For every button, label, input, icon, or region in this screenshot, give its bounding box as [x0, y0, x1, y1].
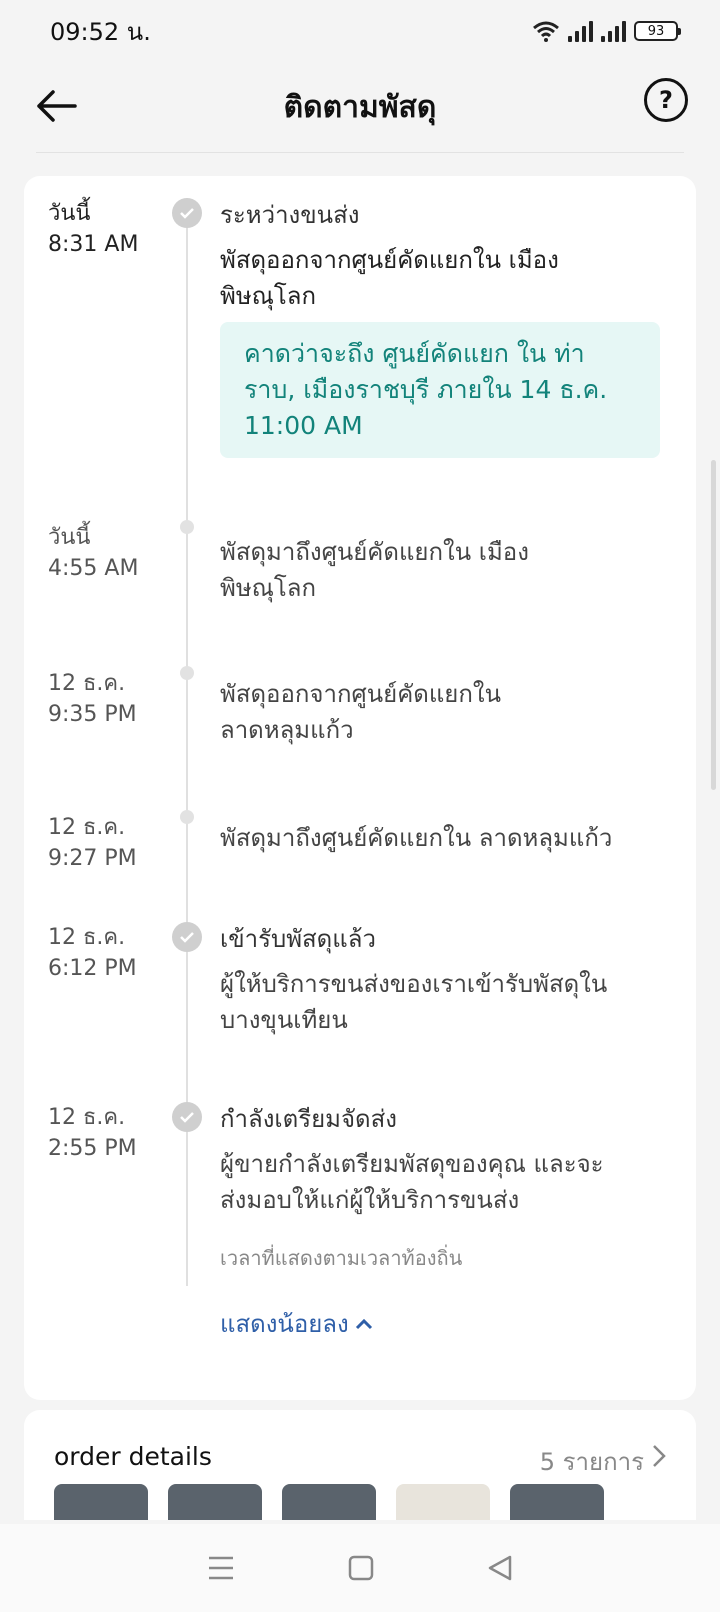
header: ติดตามพัสดุ ?: [0, 62, 720, 152]
wifi-icon: [533, 21, 559, 42]
help-button[interactable]: ?: [644, 78, 688, 122]
home-icon[interactable]: [348, 1555, 374, 1581]
event-description: พัสดุมาถึงศูนย์คัดแยกใน ลาดหลุมแก้ว: [220, 820, 680, 856]
eta-box: คาดว่าจะถึง ศูนย์คัดแยก ใน ท่า ราบ, เมือ…: [220, 322, 660, 458]
event-title: ระหว่างขนส่ง: [220, 201, 360, 229]
arrow-left-icon: [37, 90, 77, 122]
event-description-line: พัสดุมาถึงศูนย์คัดแยกใน เมือง: [220, 538, 529, 566]
event-description-line: ผู้ขายกำลังเตรียมพัสดุของคุณ และจะ: [220, 1150, 604, 1178]
status-bar: 09:52 น. 93: [0, 0, 720, 62]
event-description-line: ลาดหลุมแก้ว: [220, 716, 354, 744]
local-time-note: เวลาที่แสดงตามเวลาท้องถิ่น: [220, 1246, 463, 1270]
event-description-line: ผู้ให้บริการขนส่งของเราเข้ารับพัสดุใน: [220, 970, 608, 998]
signal-icon-2: [601, 20, 626, 42]
event-datetime: วันนี้ 4:55 AM: [48, 522, 138, 584]
event-day: วันนี้: [48, 201, 91, 226]
event-title: กำลังเตรียมจัดส่ง: [220, 1105, 398, 1133]
back-triangle-icon[interactable]: [487, 1555, 513, 1581]
timeline-dot: [180, 666, 194, 680]
product-thumbnail[interactable]: [54, 1484, 148, 1520]
product-thumbnail[interactable]: [510, 1484, 604, 1520]
eta-line: คาดว่าจะถึง ศูนย์คัดแยก ใน ท่า: [244, 339, 585, 368]
event-datetime: 12 ธ.ค. 9:27 PM: [48, 812, 137, 874]
event-description-line: พัสดุมาถึงศูนย์คัดแยกใน ลาดหลุมแก้ว: [220, 824, 613, 852]
event-description-line: บางขุนเทียน: [220, 1006, 348, 1034]
event-time: 4:55 AM: [48, 556, 139, 581]
event-time: 6:12 PM: [48, 956, 137, 981]
order-item-count: 5 รายการ: [539, 1448, 644, 1476]
battery-icon: 93: [634, 21, 681, 41]
signal-icon: [568, 20, 593, 42]
event-description: พัสดุมาถึงศูนย์คัดแยกใน เมือง พิษณุโลก: [220, 534, 680, 606]
check-circle-icon: [172, 1102, 202, 1132]
event-datetime: วันนี้ 8:31 AM: [48, 198, 138, 260]
event-description: ผู้ขายกำลังเตรียมพัสดุของคุณ และจะ ส่งมอ…: [220, 1146, 680, 1218]
show-less-label: แสดงน้อยลง: [220, 1310, 349, 1338]
event-description: พัสดุออกจากศูนย์คัดแยกใน ลาดหลุมแก้ว: [220, 676, 680, 748]
chevron-up-icon: [355, 1318, 372, 1329]
eta-line: 11:00 AM: [244, 411, 363, 440]
event-time: 8:31 AM: [48, 232, 139, 257]
event-day: 12 ธ.ค.: [48, 925, 126, 950]
event-time: 9:35 PM: [48, 702, 137, 727]
timeline-dot: [180, 810, 194, 824]
menu-icon[interactable]: [207, 1555, 235, 1581]
event-day: 12 ธ.ค.: [48, 671, 126, 696]
event-datetime: 12 ธ.ค. 9:35 PM: [48, 668, 137, 730]
page-title: ติดตามพัสดุ: [283, 89, 437, 125]
event-description-line: พัสดุออกจากศูนย์คัดแยกใน: [220, 680, 502, 708]
event-description: พัสดุออกจากศูนย์คัดแยกใน เมือง พิษณุโลก: [220, 242, 680, 314]
scrollbar[interactable]: [711, 460, 716, 790]
order-details-card[interactable]: order details 5 รายการ: [24, 1410, 696, 1520]
timeline-dot: [180, 520, 194, 534]
check-circle-icon: [172, 922, 202, 952]
show-less-button[interactable]: แสดงน้อยลง: [220, 1304, 373, 1343]
event-description: ผู้ให้บริการขนส่งของเราเข้ารับพัสดุใน บา…: [220, 966, 680, 1038]
event-time: 2:55 PM: [48, 1136, 137, 1161]
event-description-line: พิษณุโลก: [220, 282, 317, 310]
event-title: เข้ารับพัสดุแล้ว: [220, 925, 376, 953]
event-day: วันนี้: [48, 525, 91, 550]
event-day: 12 ธ.ค.: [48, 815, 126, 840]
tracking-card: วันนี้ 8:31 AM ระหว่างขนส่ง พัสดุออกจากศ…: [24, 176, 696, 1400]
chevron-right-icon: [653, 1445, 666, 1467]
order-details-title: order details: [54, 1442, 212, 1471]
back-button[interactable]: [32, 82, 80, 130]
event-description-line: พัสดุออกจากศูนย์คัดแยกใน เมือง: [220, 246, 559, 274]
event-datetime: 12 ธ.ค. 2:55 PM: [48, 1102, 137, 1164]
event-time: 9:27 PM: [48, 846, 137, 871]
order-thumbnails: [54, 1484, 604, 1520]
event-description-line: ส่งมอบให้แก่ผู้ให้บริการขนส่ง: [220, 1186, 520, 1214]
status-time: 09:52 น.: [50, 17, 151, 46]
check-circle-icon: [172, 198, 202, 228]
eta-line: ราบ, เมืองราชบุรี ภายใน 14 ธ.ค.: [244, 375, 608, 404]
product-thumbnail[interactable]: [396, 1484, 490, 1520]
header-divider: [36, 152, 684, 153]
event-datetime: 12 ธ.ค. 6:12 PM: [48, 922, 137, 984]
question-icon: ?: [659, 86, 673, 114]
product-thumbnail[interactable]: [168, 1484, 262, 1520]
event-description-line: พิษณุโลก: [220, 574, 317, 602]
product-thumbnail[interactable]: [282, 1484, 376, 1520]
status-icons: 93: [532, 20, 681, 42]
event-day: 12 ธ.ค.: [48, 1105, 126, 1130]
system-nav-bar: [0, 1524, 720, 1612]
